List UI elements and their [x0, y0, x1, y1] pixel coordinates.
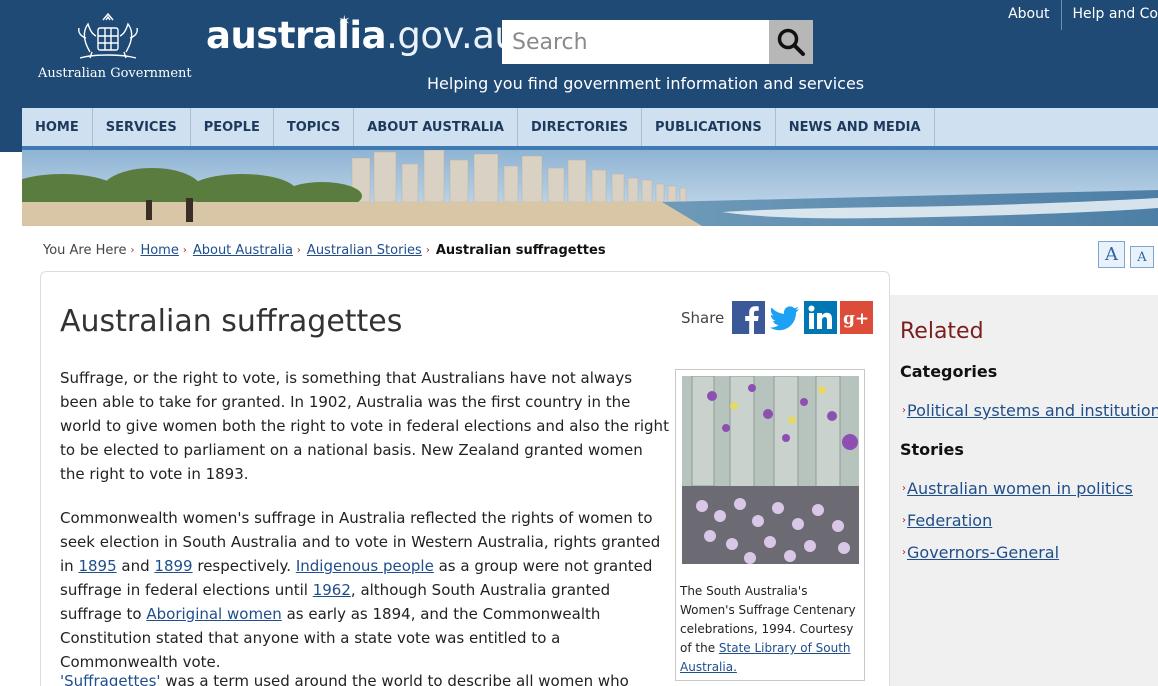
- government-crest-logo[interactable]: Australian Government: [38, 12, 192, 90]
- breadcrumb-separator-icon: ›: [182, 245, 187, 256]
- brand-main-text: australia: [206, 14, 387, 57]
- chevron-right-icon: ›: [902, 515, 906, 526]
- nav-item-about-australia[interactable]: ABOUT AUSTRALIA: [354, 108, 518, 146]
- site-logo[interactable]: australia.gov.au: [206, 14, 518, 57]
- share-label: Share: [681, 308, 725, 327]
- breadcrumb-separator-icon: ›: [296, 245, 301, 256]
- link-suffragettes[interactable]: 'Suffragettes': [60, 672, 161, 686]
- nav-item-services[interactable]: SERVICES: [93, 108, 191, 146]
- nav-item-home[interactable]: HOME: [22, 108, 93, 146]
- search-button[interactable]: [769, 20, 813, 64]
- breadcrumb-link-australian-stories[interactable]: Australian Stories: [307, 243, 422, 258]
- crest-label: Australian Government: [38, 66, 192, 81]
- banner-image: [22, 150, 1158, 226]
- related-link-label: Governors-General: [907, 543, 1060, 562]
- article-paragraph-1: Suffrage, or the right to vote, is somet…: [60, 369, 669, 483]
- related-link-label: Political systems and institutions: [907, 401, 1158, 420]
- article-paragraph-3: 'Suffragettes' was a term used around th…: [60, 669, 670, 686]
- breadcrumb-separator-icon: ›: [130, 245, 135, 256]
- linkedin-icon[interactable]: [804, 301, 838, 334]
- text-run: respectively.: [192, 557, 296, 575]
- google-plus-icon[interactable]: g+: [840, 301, 874, 334]
- chevron-right-icon: ›: [902, 547, 906, 558]
- breadcrumb-link-home[interactable]: Home: [140, 243, 178, 258]
- increase-font-button[interactable]: A: [1098, 241, 1125, 268]
- nav-item-people[interactable]: PEOPLE: [191, 108, 274, 146]
- nav-item-directories[interactable]: DIRECTORIES: [518, 108, 643, 146]
- related-link-political-systems[interactable]: ›Political systems and institutions: [902, 401, 1158, 420]
- utility-links: About Help and Co: [997, 0, 1158, 30]
- figure-caption: The South Australia's Women's Suffrage C…: [680, 582, 862, 677]
- star-icon: ✶: [338, 12, 351, 30]
- nav-item-publications[interactable]: PUBLICATIONS: [642, 108, 776, 146]
- link-aboriginal-women[interactable]: Aboriginal women: [146, 605, 281, 623]
- about-link[interactable]: About: [997, 0, 1060, 30]
- coat-of-arms-icon: [78, 12, 138, 59]
- suffrage-centenary-photo[interactable]: [682, 376, 859, 564]
- facebook-icon[interactable]: [732, 301, 766, 334]
- font-size-controls: A A: [1098, 241, 1154, 268]
- related-link-federation[interactable]: ›Federation: [902, 511, 992, 530]
- brand-suffix-text: .gov.au: [386, 14, 518, 57]
- related-sidebar: Related Categories ›Political systems an…: [890, 295, 1158, 686]
- link-1895[interactable]: 1895: [78, 557, 116, 575]
- breadcrumb-separator-icon: ›: [425, 245, 430, 256]
- svg-text:g+: g+: [843, 309, 869, 329]
- article-figure: The South Australia's Women's Suffrage C…: [675, 369, 865, 681]
- help-link[interactable]: Help and Co: [1060, 0, 1158, 30]
- magnifier-icon: [777, 28, 805, 56]
- breadcrumb: You Are Here › Home › About Australia › …: [43, 243, 606, 258]
- text-run: was a term used around the world to desc…: [160, 672, 629, 686]
- nav-item-topics[interactable]: TOPICS: [274, 108, 355, 146]
- link-indigenous-people[interactable]: Indigenous people: [296, 557, 434, 575]
- related-title: Related: [900, 319, 984, 344]
- breadcrumb-prefix: You Are Here: [43, 243, 127, 258]
- related-link-label: Federation: [907, 511, 993, 530]
- chevron-right-icon: ›: [902, 483, 906, 494]
- text-run: and: [116, 557, 155, 575]
- main-navigation: HOME SERVICES PEOPLE TOPICS ABOUT AUSTRA…: [22, 108, 1158, 146]
- stories-heading: Stories: [900, 440, 964, 459]
- link-1962[interactable]: 1962: [313, 581, 351, 599]
- nav-item-news-and-media[interactable]: NEWS AND MEDIA: [776, 108, 935, 146]
- article-paragraph-2: Commonwealth women's suffrage in Austral…: [60, 506, 670, 674]
- chevron-right-icon: ›: [902, 405, 906, 416]
- breadcrumb-current: Australian suffragettes: [435, 243, 606, 258]
- share-bar: Share g+: [681, 301, 874, 334]
- site-tagline: Helping you find government information …: [427, 74, 865, 93]
- categories-heading: Categories: [900, 362, 998, 381]
- link-1899[interactable]: 1899: [154, 557, 192, 575]
- breadcrumb-link-about-australia[interactable]: About Australia: [193, 243, 293, 258]
- related-link-label: Australian women in politics: [907, 479, 1133, 498]
- twitter-icon[interactable]: [768, 301, 801, 334]
- decrease-font-button[interactable]: A: [1130, 246, 1154, 268]
- related-link-australian-women-in-politics[interactable]: ›Australian women in politics: [902, 479, 1133, 498]
- beach-skyline-illustration: [22, 150, 1158, 226]
- search-input[interactable]: [502, 20, 770, 64]
- page-title: Australian suffragettes: [60, 304, 403, 339]
- related-link-governors-general[interactable]: ›Governors-General: [902, 543, 1059, 562]
